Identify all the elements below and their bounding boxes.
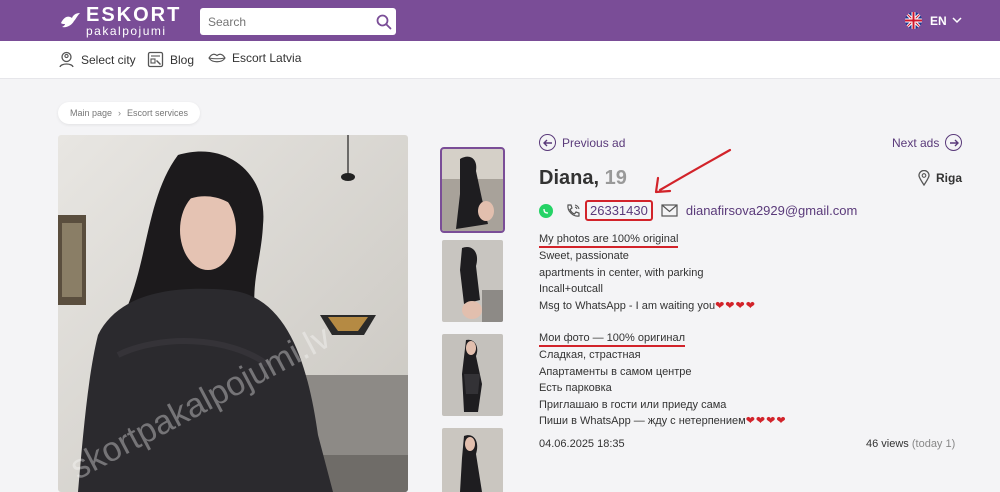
next-ad-label: Next ads [892, 135, 940, 150]
whatsapp-icon[interactable] [539, 203, 553, 218]
chevron-right-icon: › [118, 108, 122, 118]
thumbnail-image [442, 240, 503, 322]
hearts-icon: ❤❤❤❤ [745, 415, 787, 427]
phone-icon [567, 203, 580, 217]
dove-logo-icon [61, 13, 80, 28]
main-photo[interactable]: skortpakalpojumi.lv [58, 135, 408, 492]
phone-number-link[interactable]: 26331430 [585, 200, 653, 221]
thumbnail-3[interactable] [442, 334, 503, 416]
description-russian: Мои фото — 100% оригинал Сладкая, страст… [539, 330, 787, 430]
description-line: Sweet, passionate [539, 250, 629, 262]
description-line: Incall+outcall [539, 283, 603, 295]
breadcrumb: Main page › Escort services [58, 102, 201, 124]
breadcrumb-main-page[interactable]: Main page [70, 108, 112, 118]
city-location[interactable]: Riga [918, 170, 962, 186]
red-arrow-annotation [654, 148, 732, 194]
logo-wordmark: ESKORT [86, 4, 182, 26]
description-line: Сладкая, страстная [539, 349, 641, 361]
site-logo[interactable]: ESKORT pakalpojumi [58, 4, 182, 38]
description-line: Мои фото — 100% оригинал [539, 331, 686, 347]
profile-photo-image: skortpakalpojumi.lv [58, 135, 408, 492]
thumbnail-image [442, 334, 503, 416]
nav-escort-latvia[interactable]: Escort Latvia [208, 51, 301, 65]
description-line: Приглашаю в гости или приеду сама [539, 398, 727, 411]
city-label: Riga [936, 171, 963, 185]
nav-label: Escort Latvia [232, 51, 302, 65]
description-english: My photos are 100% original Sweet, passi… [539, 231, 756, 314]
arrow-left-icon [539, 134, 556, 151]
contact-line: 26331430 dianafirsova2929@gmail.com [539, 200, 857, 221]
thumbnail-4[interactable] [442, 428, 503, 492]
nav-bar: Select city Blog Escort Latvia [0, 41, 1000, 79]
previous-ad-link[interactable]: Previous ad [539, 134, 625, 151]
views-today: (today 1) [911, 438, 956, 450]
blog-icon [147, 51, 164, 68]
description-line: Msg to WhatsApp - I am waiting you [539, 299, 716, 312]
search-box [200, 8, 396, 35]
nav-label: Blog [170, 52, 195, 67]
search-icon [376, 14, 392, 29]
thumbnail-1[interactable] [440, 147, 505, 233]
previous-ad-label: Previous ad [562, 135, 626, 150]
search-input[interactable] [200, 8, 370, 35]
nav-select-city[interactable]: Select city [58, 51, 136, 68]
description-line: Есть парковка [539, 382, 612, 394]
nav-label: Select city [81, 52, 136, 67]
email-link[interactable]: dianafirsova2929@gmail.com [686, 203, 857, 218]
language-label: EN [930, 13, 947, 28]
map-pin-icon [918, 170, 930, 186]
chevron-down-icon [952, 17, 962, 24]
hearts-icon: ❤❤❤❤ [715, 299, 756, 312]
uk-flag-icon [905, 12, 922, 29]
thumbnail-image [442, 149, 503, 231]
language-selector[interactable]: EN [905, 12, 962, 29]
thumbnail-image [442, 428, 503, 492]
next-ad-link[interactable]: Next ads [892, 134, 963, 151]
profile-name: Diana, 19 [539, 167, 627, 190]
description-line: Пиши в WhatsApp — жду с нетерпением [539, 415, 746, 427]
arrow-right-icon [945, 134, 963, 151]
views-total: 46 views [866, 438, 909, 450]
name-text: Diana, [539, 167, 600, 189]
description-line: apartments in center, with parking [539, 266, 704, 279]
lips-icon [208, 53, 226, 63]
top-bar: ESKORT pakalpojumi EN [0, 0, 1000, 41]
logo-subtitle: pakalpojumi [86, 24, 167, 38]
location-person-icon [59, 51, 74, 68]
description-line: My photos are 100% original [539, 232, 679, 248]
post-date: 04.06.2025 18:35 [539, 438, 625, 450]
age-text: 19 [604, 167, 627, 189]
view-count: 46 views (today 1) [866, 438, 955, 450]
nav-blog[interactable]: Blog [147, 51, 194, 68]
mail-icon [661, 204, 678, 217]
thumbnail-2[interactable] [442, 240, 503, 322]
search-button[interactable] [372, 8, 396, 35]
breadcrumb-escort-services[interactable]: Escort services [127, 108, 188, 118]
description-line: Апартаменты в самом центре [539, 365, 692, 378]
